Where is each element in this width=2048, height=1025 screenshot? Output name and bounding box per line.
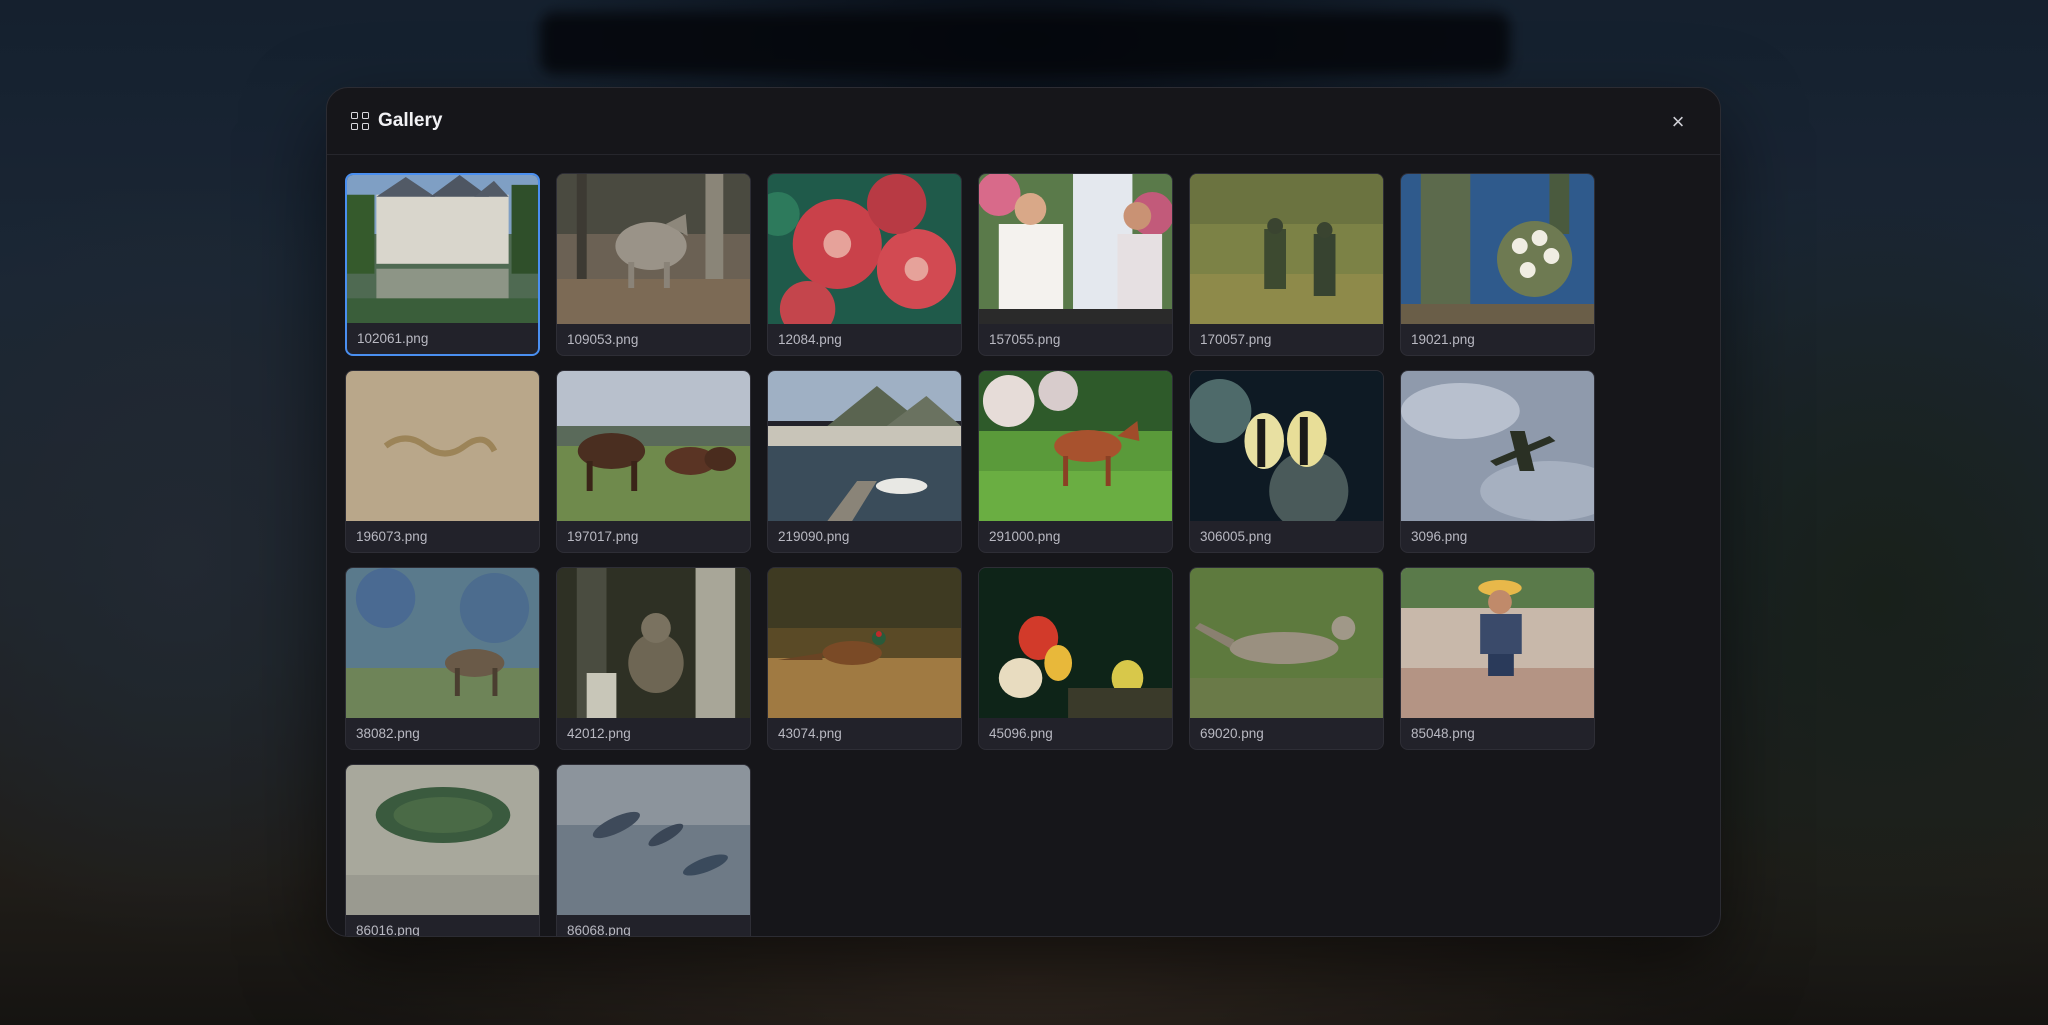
gallery-item[interactable]: 85048.png bbox=[1400, 567, 1595, 750]
gallery-item[interactable]: 86016.png bbox=[345, 764, 540, 937]
thumbnail-image bbox=[346, 371, 539, 521]
thumbnail-image bbox=[1190, 371, 1383, 521]
gallery-item[interactable]: 86068.png bbox=[556, 764, 751, 937]
thumbnail-image bbox=[979, 371, 1172, 521]
thumbnail-image bbox=[1190, 568, 1383, 718]
thumbnail-image bbox=[557, 568, 750, 718]
gallery-item[interactable]: 38082.png bbox=[345, 567, 540, 750]
file-name: 157055.png bbox=[989, 332, 1061, 347]
thumbnail-image bbox=[1401, 568, 1594, 718]
gallery-grid: 102061.png 109053.png 12084.png 157055.p… bbox=[345, 173, 1595, 937]
thumbnail-image bbox=[347, 175, 538, 323]
thumbnail-image bbox=[1401, 371, 1594, 521]
close-button[interactable]: × bbox=[1666, 110, 1690, 134]
file-name: 170057.png bbox=[1200, 332, 1272, 347]
thumbnail-image bbox=[557, 371, 750, 521]
thumbnail-image bbox=[979, 568, 1172, 718]
gallery-item[interactable]: 42012.png bbox=[556, 567, 751, 750]
modal-header: Gallery × bbox=[327, 88, 1720, 155]
file-name: 219090.png bbox=[778, 529, 850, 544]
gallery-item[interactable]: 196073.png bbox=[345, 370, 540, 553]
gallery-item[interactable]: 306005.png bbox=[1189, 370, 1384, 553]
grid-icon bbox=[351, 112, 369, 130]
file-name: 306005.png bbox=[1200, 529, 1272, 544]
file-name: 291000.png bbox=[989, 529, 1061, 544]
thumbnail-image bbox=[768, 174, 961, 324]
thumbnail-image bbox=[346, 765, 539, 915]
thumbnail-image bbox=[1401, 174, 1594, 324]
gallery-item[interactable]: 3096.png bbox=[1400, 370, 1595, 553]
gallery-item[interactable]: 45096.png bbox=[978, 567, 1173, 750]
file-name: 86016.png bbox=[356, 923, 420, 937]
thumbnail-image bbox=[768, 371, 961, 521]
file-name: 69020.png bbox=[1200, 726, 1264, 741]
gallery-item-selected[interactable]: 102061.png bbox=[345, 173, 540, 356]
file-name: 45096.png bbox=[989, 726, 1053, 741]
thumbnail-image bbox=[768, 568, 961, 718]
gallery-item[interactable]: 12084.png bbox=[767, 173, 962, 356]
thumbnail-image bbox=[346, 568, 539, 718]
file-name: 102061.png bbox=[357, 331, 429, 346]
thumbnail-image bbox=[557, 765, 750, 915]
gallery-item[interactable]: 197017.png bbox=[556, 370, 751, 553]
thumbnail-image bbox=[557, 174, 750, 324]
file-name: 196073.png bbox=[356, 529, 428, 544]
file-name: 109053.png bbox=[567, 332, 639, 347]
gallery-item[interactable]: 69020.png bbox=[1189, 567, 1384, 750]
thumbnail-image bbox=[979, 174, 1172, 324]
file-name: 38082.png bbox=[356, 726, 420, 741]
gallery-item[interactable]: 157055.png bbox=[978, 173, 1173, 356]
gallery-item[interactable]: 43074.png bbox=[767, 567, 962, 750]
file-name: 43074.png bbox=[778, 726, 842, 741]
file-name: 19021.png bbox=[1411, 332, 1475, 347]
file-name: 12084.png bbox=[778, 332, 842, 347]
file-name: 197017.png bbox=[567, 529, 639, 544]
gallery-item[interactable]: 219090.png bbox=[767, 370, 962, 553]
gallery-item[interactable]: 19021.png bbox=[1400, 173, 1595, 356]
file-name: 3096.png bbox=[1411, 529, 1468, 544]
file-name: 42012.png bbox=[567, 726, 631, 741]
file-name: 86068.png bbox=[567, 923, 631, 937]
gallery-item[interactable]: 291000.png bbox=[978, 370, 1173, 553]
gallery-item[interactable]: 109053.png bbox=[556, 173, 751, 356]
file-name: 85048.png bbox=[1411, 726, 1475, 741]
gallery-modal: Gallery × 102061.png 109053.png 12084.pn… bbox=[326, 87, 1721, 937]
modal-title: Gallery bbox=[378, 110, 443, 131]
gallery-item[interactable]: 170057.png bbox=[1189, 173, 1384, 356]
thumbnail-image bbox=[1190, 174, 1383, 324]
